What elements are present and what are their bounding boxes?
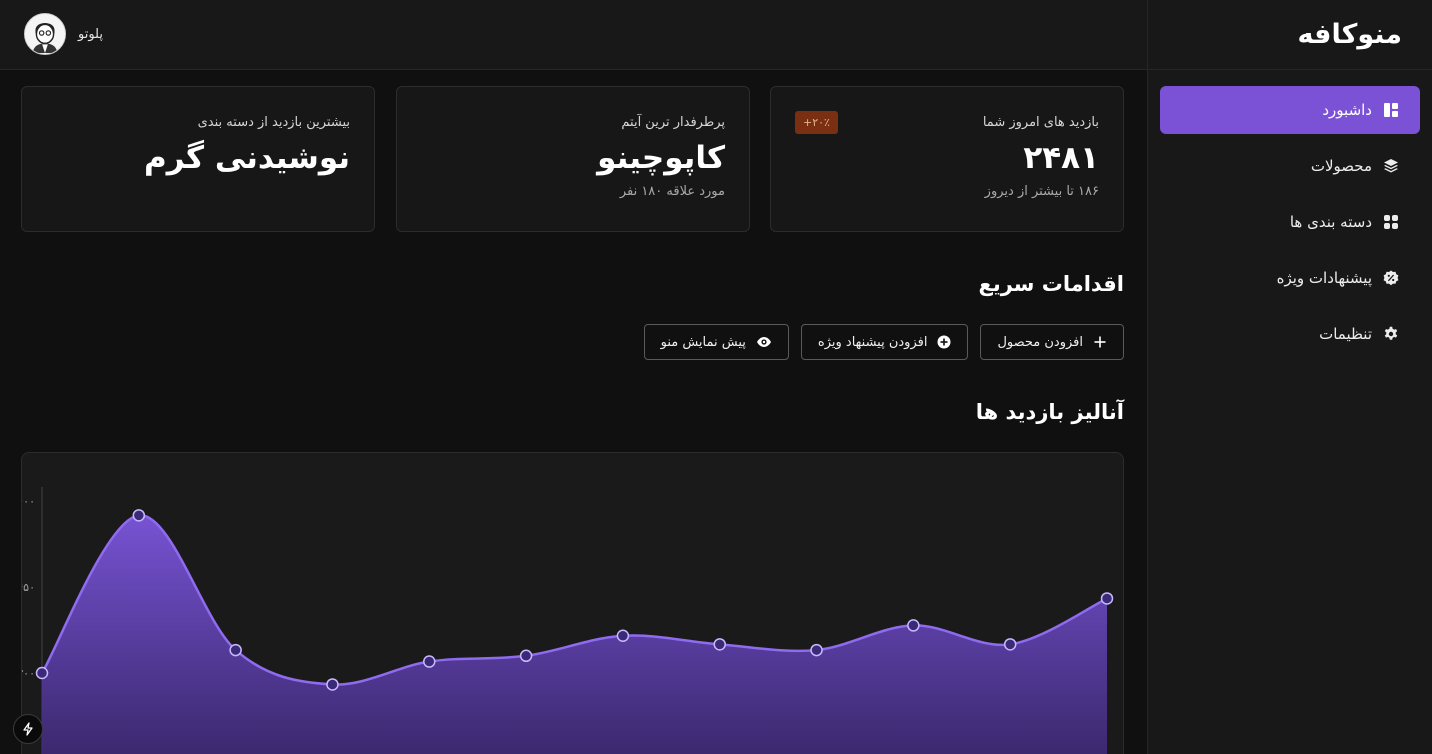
chart-point[interactable]	[229, 643, 242, 657]
chart-svg: ۶۰۰۴۵۰۳۰۰۱۵۰	[22, 487, 1114, 754]
brand: منوکافه	[1148, 0, 1432, 70]
eye-icon	[756, 335, 772, 349]
analysis-title: آنالیز بازدید ها	[975, 400, 1124, 424]
chart-point[interactable]	[326, 678, 339, 691]
stat-subtext: مورد علاقه ۱۸۰ نفر	[619, 184, 725, 199]
app-root: منوکافه داشبورد محصولات دسته بندی ها پیش…	[0, 0, 1432, 754]
visits-chart: ۶۰۰۴۵۰۳۰۰۱۵۰	[21, 452, 1124, 754]
y-tick-label: ۶۰۰	[22, 495, 35, 508]
sidebar-item-special-offers[interactable]: پیشنهادات ویژه	[1160, 254, 1420, 302]
quick-actions-title: اقدامات سریع	[978, 272, 1124, 296]
stat-card-top-category: بیشترین بازدید از دسته بندی نوشیدنی گرم	[21, 86, 375, 232]
stat-subtext: ۱۸۶ تا بیشتر از دیروز	[984, 184, 1099, 199]
sidebar-item-label: داشبورد	[1322, 101, 1372, 119]
quick-action-fab[interactable]	[13, 714, 43, 744]
sidebar-item-label: دسته بندی ها	[1289, 213, 1372, 231]
button-label: افزودن پیشنهاد ویژه	[817, 334, 928, 350]
sidebar-item-label: محصولات	[1310, 157, 1372, 175]
stat-label: بیشترین بازدید از دسته بندی	[197, 115, 350, 130]
discount-icon	[1382, 269, 1400, 287]
topbar: پلوتو	[0, 0, 1147, 70]
sidebar-item-label: تنظیمات	[1319, 325, 1372, 343]
stat-card-best-item: پرطرفدار ترین آیتم کاپوچینو مورد علاقه ۱…	[396, 86, 750, 232]
quick-actions: افزودن محصول افزودن پیشنهاد ویژه پیش نما…	[643, 324, 1124, 360]
grid-icon	[1382, 213, 1400, 231]
sidebar-item-label: پیشنهادات ویژه	[1276, 269, 1372, 287]
stat-label: بازدید های امروز شما	[982, 115, 1099, 130]
chart-area	[42, 515, 1107, 754]
sidebar-nav: داشبورد محصولات دسته بندی ها پیشنهادات و…	[1148, 70, 1432, 358]
chart-point[interactable]	[1100, 592, 1114, 605]
stat-value: ۲۴۸۱	[1023, 140, 1099, 176]
chart-point[interactable]	[35, 666, 49, 680]
stat-value: کاپوچینو	[597, 140, 725, 176]
main-content: بازدید های امروز شما ۲۴۸۱ ۱۸۶ تا بیشتر ا…	[0, 70, 1147, 754]
sidebar-item-categories[interactable]: دسته بندی ها	[1160, 198, 1420, 246]
user-name: پلوتو	[78, 26, 103, 42]
chart-point[interactable]	[423, 655, 436, 668]
stat-value: نوشیدنی گرم	[144, 140, 350, 176]
avatar-icon[interactable]	[24, 13, 66, 55]
plus-circle-icon	[937, 335, 951, 349]
chart-point[interactable]	[810, 643, 823, 657]
chart-point[interactable]	[1003, 638, 1017, 651]
sidebar-item-settings[interactable]: تنظیمات	[1160, 310, 1420, 358]
gear-icon	[1382, 325, 1400, 343]
y-tick-label: ۳۰۰	[22, 667, 35, 680]
chart-point[interactable]	[907, 619, 920, 632]
sidebar: منوکافه داشبورد محصولات دسته بندی ها پیش…	[1147, 0, 1432, 754]
chart-point[interactable]	[519, 649, 533, 663]
chart-point[interactable]	[713, 638, 726, 651]
sidebar-item-dashboard[interactable]: داشبورد	[1160, 86, 1420, 134]
stat-label: پرطرفدار ترین آیتم	[621, 115, 725, 130]
button-label: افزودن محصول	[997, 334, 1083, 350]
layers-icon	[1382, 157, 1400, 175]
add-special-offer-button[interactable]: افزودن پیشنهاد ویژه	[800, 324, 969, 360]
user-menu[interactable]: پلوتو	[24, 13, 103, 55]
add-product-button[interactable]: افزودن محصول	[980, 324, 1124, 360]
plus-icon	[1093, 335, 1107, 349]
stat-card-visits: بازدید های امروز شما ۲۴۸۱ ۱۸۶ تا بیشتر ا…	[770, 86, 1124, 232]
chart-point[interactable]	[132, 509, 146, 522]
button-label: پیش نمایش منو	[660, 334, 746, 350]
lightning-icon	[23, 722, 33, 736]
growth-badge: +۲۰٪	[795, 111, 838, 134]
y-tick-label: ۴۵۰	[22, 581, 35, 594]
dashboard-icon	[1382, 101, 1400, 119]
preview-menu-button[interactable]: پیش نمایش منو	[643, 324, 789, 360]
brand-logo[interactable]: منوکافه	[1297, 19, 1402, 50]
sidebar-item-products[interactable]: محصولات	[1160, 142, 1420, 190]
chart-point[interactable]	[616, 629, 630, 642]
